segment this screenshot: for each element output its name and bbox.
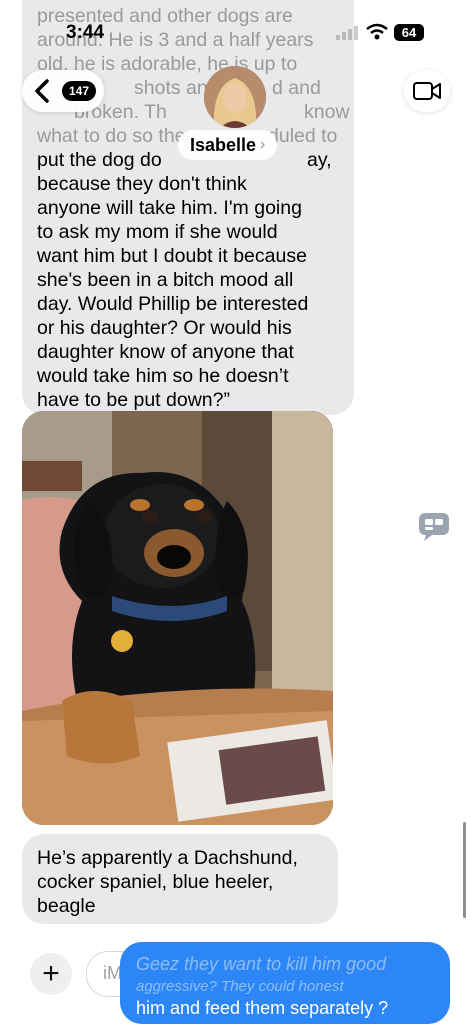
battery-indicator: 64	[394, 24, 424, 41]
wifi-icon	[366, 23, 388, 40]
message-line: would take him so he doesn’t	[37, 365, 289, 387]
chevron-right-icon: ›	[260, 136, 266, 153]
draft-line: aggressive? They could honest	[136, 978, 344, 995]
message-line: day. Would Phillip be interested	[37, 293, 309, 315]
contact-name-pill[interactable]: Isabelle ›	[178, 130, 278, 160]
plus-icon[interactable]: +	[30, 953, 72, 995]
message-line: beagle	[37, 895, 96, 917]
scroll-indicator[interactable]	[463, 822, 466, 918]
message-line: have to be put down?”	[37, 389, 230, 411]
status-time: 3:44	[66, 22, 105, 43]
message-line: want him but I doubt it because	[37, 245, 307, 267]
message-line: He’s apparently a Dachshund,	[37, 847, 298, 869]
message-line: to ask my mom if she would	[37, 221, 278, 243]
facetime-video-button[interactable]	[404, 70, 450, 112]
contact-avatar[interactable]	[204, 66, 266, 128]
status-bar: 3:44 64	[0, 0, 471, 64]
message-bubble-breed[interactable]: He’s apparently a Dachshund, cocker span…	[22, 834, 338, 924]
message-line: she's been in a bitch mood all	[37, 269, 294, 291]
dog-photo	[22, 411, 333, 825]
draft-message-bubble[interactable]: Geez they want to kill him good aggressi…	[120, 942, 450, 1024]
draft-line: him and feed them separately ?	[136, 998, 389, 1018]
contact-name: Isabelle	[190, 134, 257, 155]
unread-count-badge: 147	[62, 81, 96, 101]
dog-photo-message[interactable]	[22, 411, 333, 825]
draft-line: Geez they want to kill him good	[136, 954, 387, 974]
chevron-left-icon	[35, 79, 49, 103]
message-line: or his daughter? Or would his	[37, 317, 292, 339]
message-line: cocker spaniel, blue heeler,	[37, 871, 274, 893]
message-line: daughter know of anyone that	[37, 341, 294, 363]
signal-icon	[336, 26, 358, 40]
conversation-header: 147 Isabelle ›	[0, 60, 471, 170]
chat-bubbles-icon[interactable]	[418, 512, 450, 542]
avatar-image	[204, 66, 266, 128]
video-camera-icon	[413, 82, 441, 100]
back-button[interactable]: 147	[22, 70, 104, 112]
message-line: anyone will take him. I'm going	[37, 197, 302, 219]
message-line: because they don't think	[37, 173, 247, 195]
